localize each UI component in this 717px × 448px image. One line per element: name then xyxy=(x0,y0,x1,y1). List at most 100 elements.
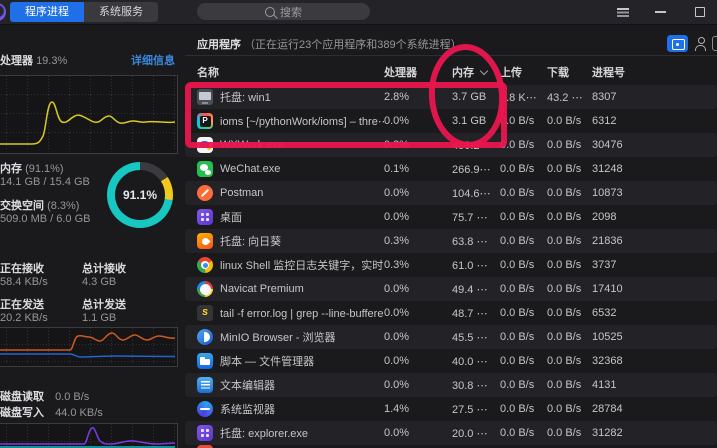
process-upload: 0.0 B/s xyxy=(500,283,535,295)
process-memory: 450.2⋯ xyxy=(452,139,491,152)
process-cpu: 1.4% xyxy=(384,403,410,415)
process-cpu: 0.0% xyxy=(384,331,410,343)
column-upload[interactable]: 上传 xyxy=(500,64,547,80)
process-table-body: 托盘: win1 2.8% 3.7 GB 9.8 K⋯ 43.2 ⋯ 8307 ioms [… xyxy=(185,85,717,448)
tab-system-services[interactable]: 系统服务 xyxy=(84,2,158,22)
column-pid[interactable]: 进程号 xyxy=(592,64,717,80)
disk-read-value: 0.0 B/s xyxy=(55,391,90,403)
process-memory: 48.7 ⋯ xyxy=(452,307,488,320)
process-download: 0.0 B/s xyxy=(547,379,582,391)
disk-read-label: 磁盘读取 xyxy=(0,391,44,403)
my-processes-view-icon[interactable] xyxy=(692,35,709,52)
process-id: 6532 xyxy=(592,307,617,319)
process-id: 32368 xyxy=(592,355,623,367)
process-memory: 266.9⋯ xyxy=(452,163,491,176)
process-name: Navicat Premium xyxy=(220,283,304,295)
table-row[interactable]: WeChat.exe 0.1% 266.9⋯ 0.0 B/s 0.0 B/s 31248 xyxy=(185,157,717,181)
wxwork-icon xyxy=(197,137,213,153)
process-upload: 0.0 B/s xyxy=(500,235,535,247)
memory-donut-chart: 91.1% xyxy=(107,162,173,228)
table-row[interactable]: tail -f error.log | grep --line-buffere⋯… xyxy=(185,301,717,325)
table-row[interactable]: 托盘: 向日葵 0.3% 63.8 ⋯ 0.0 B/s 0.0 B/s 21836 xyxy=(185,229,717,253)
process-cpu: 0.0% xyxy=(384,379,410,391)
process-cpu: 0.0% xyxy=(384,211,410,223)
table-row[interactable]: linux Shell 监控日志关键字，实时⋯ 0.3% 61.0 ⋯ 0.0 B/s… xyxy=(185,253,717,277)
column-name[interactable]: 名称 xyxy=(197,64,384,80)
process-id: 2098 xyxy=(592,211,617,223)
app-view-toggle-icon[interactable] xyxy=(667,35,688,52)
process-download: 0.0 B/s xyxy=(547,283,582,295)
table-row[interactable]: 托盘: win1 2.8% 3.7 GB 9.8 K⋯ 43.2 ⋯ 8307 xyxy=(185,85,717,109)
memory-usage: 14.1 GB / 15.4 GB xyxy=(0,176,90,188)
process-download: 0.0 B/s xyxy=(547,163,582,175)
process-name-cell: Navicat Premium xyxy=(197,281,384,297)
process-name-cell: 托盘: explorer.exe xyxy=(197,425,384,441)
process-memory: 104.6⋯ xyxy=(452,187,491,200)
process-cpu: 0.0% xyxy=(384,283,410,295)
wechat-icon xyxy=(197,161,213,177)
process-cpu: 0.2% xyxy=(384,139,410,151)
process-upload: 0.0 B/s xyxy=(500,331,535,343)
memory-label: 内存 xyxy=(0,163,22,175)
all-processes-view-icon[interactable] xyxy=(712,36,717,51)
net-recv-value: 58.4 KB/s xyxy=(0,276,48,288)
table-row[interactable]: 托盘: explorer.exe 0.0% 20.0 ⋯ 0.0 B/s 0.0 B/s… xyxy=(185,421,717,445)
net-send-total-label: 总计发送 xyxy=(82,299,126,311)
column-download[interactable]: 下载 xyxy=(547,64,592,80)
process-name-cell: 托盘: win1 xyxy=(197,89,384,105)
disk-write-row: 磁盘写入 44.0 KB/s xyxy=(0,404,103,420)
process-name-cell: linux Shell 监控日志关键字，实时⋯ xyxy=(197,257,384,273)
search-placeholder: 搜索 xyxy=(280,6,302,19)
process-name: 托盘: 向日葵 xyxy=(220,236,282,248)
process-name: tail -f error.log | grep --line-buffere⋯ xyxy=(220,307,384,320)
column-cpu[interactable]: 处理器 xyxy=(384,64,452,80)
table-row[interactable]: 文本编辑器 0.0% 30.8 ⋯ 0.0 B/s 0.0 B/s 4131 xyxy=(185,373,717,397)
process-name: 托盘: explorer.exe xyxy=(220,428,309,440)
table-row[interactable]: WXWork.exe 0.2% 450.2⋯ 0.0 B/s 0.0 B/s 30476 xyxy=(185,133,717,157)
app-logo-icon xyxy=(0,3,6,21)
search-input[interactable]: 搜索 xyxy=(197,3,370,20)
process-download: 0.0 B/s xyxy=(547,187,582,199)
process-cpu: 0.0% xyxy=(384,307,410,319)
process-memory: 49.4 ⋯ xyxy=(452,283,488,296)
table-row[interactable]: MinIO Browser - 浏览器 0.0% 45.5 ⋯ 0.0 B/s 0.0 … xyxy=(185,325,717,349)
table-row[interactable]: ioms [~/pythonWork/ioms] – thre⋯0.0% 3.1 … xyxy=(185,109,717,133)
minimize-icon[interactable] xyxy=(648,0,674,24)
table-row[interactable]: 脚本 — 文件管理器 0.0% 40.0 ⋯ 0.0 B/s 0.0 B/s 32368 xyxy=(185,349,717,373)
net-send-total-value: 1.1 GB xyxy=(82,312,117,324)
process-upload: 0.0 B/s xyxy=(500,403,535,415)
table-row[interactable]: 系统监视器 1.4% 27.5 ⋯ 0.0 B/s 0.0 B/s 28784 xyxy=(185,397,717,421)
process-memory: 45.5 ⋯ xyxy=(452,331,488,344)
header-divider xyxy=(185,55,717,56)
process-cpu: 0.0% xyxy=(384,355,410,367)
details-link[interactable]: 详细信息 xyxy=(131,52,175,68)
process-download: 0.0 B/s xyxy=(547,259,582,271)
menu-icon[interactable] xyxy=(610,0,636,24)
process-id: 10873 xyxy=(592,187,623,199)
memory-label-row: 内存 (91.1%) xyxy=(0,160,64,176)
network-graph xyxy=(0,327,178,367)
chrome-icon xyxy=(197,257,213,273)
table-header: 名称 处理器 内存 上传 下载 进程号 xyxy=(185,62,717,82)
process-name-cell: WeChat.exe xyxy=(197,161,384,177)
process-name-cell: tail -f error.log | grep --line-buffere⋯ xyxy=(197,305,384,321)
column-memory[interactable]: 内存 xyxy=(452,64,500,80)
titlebar: 程序进程 系统服务 搜索 xyxy=(0,0,717,25)
disk-write-label: 磁盘写入 xyxy=(0,407,44,419)
process-id: 21836 xyxy=(592,235,623,247)
process-upload: 0.0 B/s xyxy=(500,115,535,127)
table-row[interactable]: 桌面 0.0% 75.7 ⋯ 0.0 B/s 0.0 B/s 2098 xyxy=(185,205,717,229)
table-row[interactable]: Postman 0.0% 104.6⋯ 0.0 B/s 0.0 B/s 10873 xyxy=(185,181,717,205)
tab-processes[interactable]: 程序进程 xyxy=(10,2,84,22)
process-id: 31248 xyxy=(592,163,623,175)
process-upload: 0.0 B/s xyxy=(500,259,535,271)
net-send-label: 正在发送 xyxy=(0,299,44,311)
process-memory: 3.7 GB xyxy=(452,91,487,103)
maximize-icon[interactable] xyxy=(687,0,713,24)
process-download: 0.0 B/s xyxy=(547,355,582,367)
disk-read-row: 磁盘读取 0.0 B/s xyxy=(0,388,89,404)
table-row[interactable]: Navicat Premium 0.0% 49.4 ⋯ 0.0 B/s 0.0 B/s 1… xyxy=(185,277,717,301)
process-cpu: 0.0% xyxy=(384,427,410,439)
sunflower-icon xyxy=(197,233,213,249)
process-name: WeChat.exe xyxy=(220,163,281,175)
